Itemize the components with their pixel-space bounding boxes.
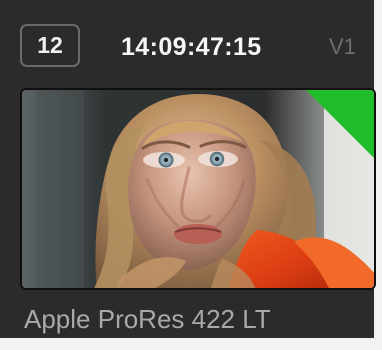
clip-header: 12 14:09:47:15 V1 (0, 0, 374, 84)
clip-number-badge: 12 (20, 24, 80, 67)
video-track-label: V1 (329, 34, 356, 59)
clip-timecode: 14:09:47:15 (121, 33, 262, 61)
codec-label: Apple ProRes 422 LT (24, 304, 271, 334)
portrait-thumbnail-image (22, 90, 374, 288)
media-clip-card[interactable]: 12 14:09:47:15 V1 Apple ProRes 422 LT (0, 0, 382, 350)
clip-thumbnail[interactable] (20, 88, 376, 290)
